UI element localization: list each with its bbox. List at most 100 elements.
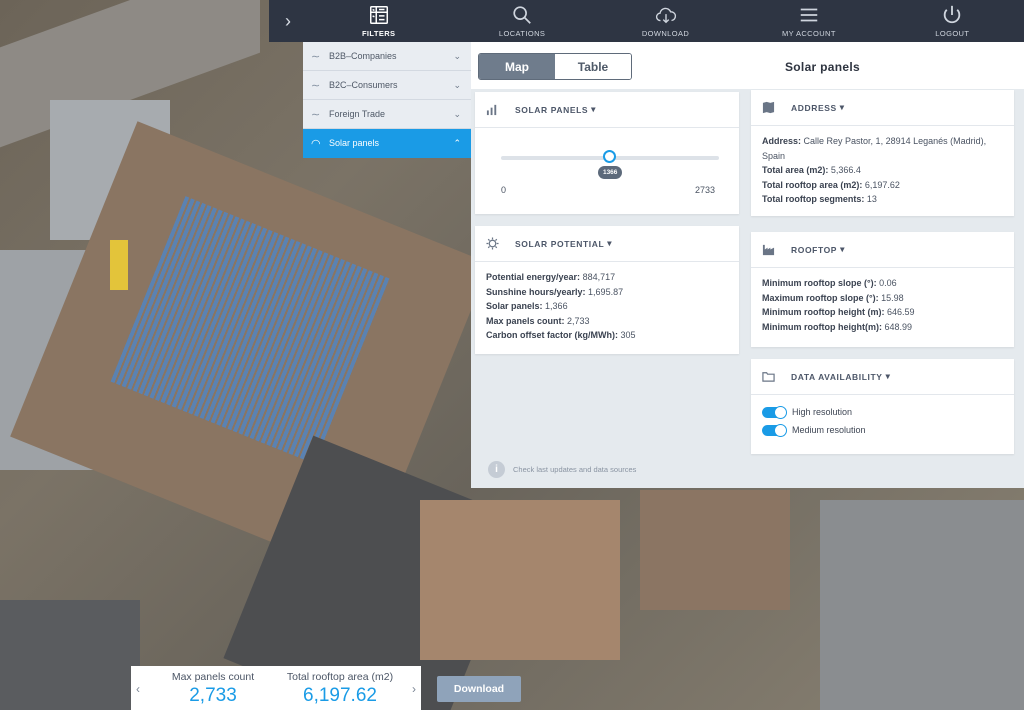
card-title[interactable]: ADDRESS bbox=[791, 103, 837, 113]
nav-label: DOWNLOAD bbox=[641, 29, 690, 38]
search-icon bbox=[513, 6, 531, 24]
view-toggle: Map Table bbox=[478, 53, 632, 80]
wave-icon: ∼ bbox=[311, 50, 321, 63]
sun-arc-icon: ◠ bbox=[311, 137, 321, 150]
filter-foreign-trade[interactable]: ∼ Foreign Trade ⌄ bbox=[303, 100, 471, 129]
nav-locations[interactable]: LOCATIONS bbox=[450, 0, 593, 42]
card-body: Minimum rooftop slope (°): 0.06 Maximum … bbox=[751, 268, 1014, 342]
caret-down-icon: ▾ bbox=[885, 371, 891, 381]
info-row: Minimum rooftop height(m): 648.99 bbox=[762, 321, 913, 332]
filter-solar-panels[interactable]: ◠ Solar panels ⌃ bbox=[303, 129, 471, 158]
menu-icon bbox=[800, 8, 818, 22]
map-building bbox=[640, 490, 790, 610]
info-row: Minimum rooftop slope (°): 0.06 bbox=[762, 278, 897, 288]
nav-label: LOGOUT bbox=[935, 29, 970, 38]
stat-max-panels: Max panels count 2,733 bbox=[171, 671, 255, 706]
info-row: Potential energy/year: 884,717 bbox=[486, 272, 616, 282]
map-road bbox=[0, 600, 140, 710]
medium-resolution-row: Medium resolution bbox=[762, 421, 1003, 439]
filter-b2c-consumers[interactable]: ∼ B2C–Consumers ⌄ bbox=[303, 71, 471, 100]
slider-min: 0 bbox=[501, 185, 507, 195]
info-row: Total rooftop segments: 13 bbox=[762, 194, 877, 205]
table-tab[interactable]: Table bbox=[555, 54, 631, 79]
address-card: ADDRESS ▾ Address: Calle Rey Pastor, 1, … bbox=[751, 90, 1014, 216]
info-row: Total rooftop area (m2): 6,197.62 bbox=[762, 179, 900, 190]
bar-chart-icon bbox=[486, 104, 497, 116]
folder-icon bbox=[762, 372, 775, 382]
filter-menu: ∼ B2B–Companies ⌄ ∼ B2C–Consumers ⌄ ∼ Foreign… bbox=[303, 42, 471, 158]
panel-title: Solar panels bbox=[785, 60, 860, 74]
nav-label: MY ACCOUNT bbox=[781, 29, 836, 38]
data-availability-card: DATA AVAILABILITY ▾ High resolution Medi… bbox=[751, 359, 1014, 454]
slider-value-bubble: 1366 bbox=[597, 166, 623, 179]
stat-rooftop-area: Total rooftop area (m2) 6,197.62 bbox=[286, 671, 394, 706]
slider-max: 2733 bbox=[694, 185, 715, 195]
info-row: Minimum rooftop height (m): 646.59 bbox=[762, 307, 915, 318]
factory-icon bbox=[762, 244, 775, 256]
caret-down-icon: ▾ bbox=[839, 102, 845, 112]
info-row: Address: Calle Rey Pastor, 1, 28914 Lega… bbox=[762, 136, 987, 161]
wave-icon: ∼ bbox=[311, 79, 321, 92]
chevron-down-icon: ⌄ bbox=[453, 79, 461, 90]
nav-label: LOCATIONS bbox=[498, 29, 546, 38]
wave-icon: ∼ bbox=[311, 108, 321, 121]
card-title[interactable]: SOLAR POTENTIAL bbox=[515, 239, 604, 249]
filters-icon bbox=[369, 6, 388, 24]
stats-carousel: ‹ Max panels count 2,733 Total rooftop a… bbox=[131, 666, 421, 710]
map-building bbox=[420, 500, 620, 660]
map-building bbox=[820, 500, 1024, 710]
previous-arrow-icon[interactable]: ‹ bbox=[136, 682, 140, 696]
card-header: SOLAR POTENTIAL ▾ bbox=[475, 226, 739, 262]
nav-logout[interactable]: LOGOUT bbox=[881, 0, 1024, 42]
nav-download[interactable]: DOWNLOAD bbox=[594, 0, 737, 42]
card-title[interactable]: SOLAR PANELS bbox=[515, 105, 588, 115]
card-body: Address: Calle Rey Pastor, 1, 28914 Lega… bbox=[751, 126, 1014, 215]
nav-my-account[interactable]: MY ACCOUNT bbox=[737, 0, 880, 42]
medium-resolution-toggle[interactable] bbox=[762, 423, 787, 437]
card-header: ROOFTOP ▾ bbox=[751, 232, 1014, 268]
card-header: ADDRESS ▾ bbox=[751, 90, 1014, 126]
next-arrow-icon[interactable]: › bbox=[412, 682, 416, 696]
info-row: Max panels count: 2,733 bbox=[486, 315, 590, 326]
collapse-chevron-icon[interactable]: › bbox=[269, 0, 307, 42]
solar-potential-card: SOLAR POTENTIAL ▾ Potential energy/year:… bbox=[475, 226, 739, 354]
info-row: Carbon offset factor (kg/MWh): 305 bbox=[486, 330, 636, 341]
slider-handle[interactable] bbox=[603, 150, 617, 163]
nav-label: FILTERS bbox=[361, 29, 396, 38]
card-title[interactable]: DATA AVAILABILITY bbox=[791, 372, 883, 382]
chevron-up-icon: ⌃ bbox=[453, 137, 461, 148]
card-body: Potential energy/year: 884,717 Sunshine … bbox=[475, 262, 739, 351]
map-book-icon bbox=[762, 101, 775, 114]
info-row: Maximum rooftop slope (°): 15.98 bbox=[762, 292, 904, 303]
nav-filters[interactable]: FILTERS bbox=[307, 0, 450, 42]
info-icon: i bbox=[488, 461, 505, 478]
power-icon bbox=[944, 5, 961, 24]
download-button[interactable]: Download bbox=[437, 676, 521, 702]
high-resolution-row: High resolution bbox=[762, 403, 1003, 421]
chevron-down-icon: ⌄ bbox=[453, 108, 461, 119]
info-row: Total area (m2): 5,366.4 bbox=[762, 165, 861, 176]
map-roof-yellow bbox=[110, 240, 128, 290]
cloud-download-icon bbox=[655, 7, 676, 24]
filter-b2b-companies[interactable]: ∼ B2B–Companies ⌄ bbox=[303, 42, 471, 71]
high-resolution-toggle[interactable] bbox=[762, 405, 787, 419]
sun-icon bbox=[486, 237, 499, 250]
card-header: SOLAR PANELS ▾ bbox=[475, 92, 739, 128]
card-header: DATA AVAILABILITY ▾ bbox=[751, 359, 1014, 395]
rooftop-card: ROOFTOP ▾ Minimum rooftop slope (°): 0.0… bbox=[751, 232, 1014, 347]
caret-down-icon: ▾ bbox=[591, 104, 597, 114]
caret-down-icon: ▾ bbox=[840, 244, 845, 254]
chevron-down-icon: ⌄ bbox=[453, 50, 461, 61]
data-sources-link[interactable]: i Check last updates and data sources bbox=[488, 461, 636, 478]
info-row: Solar panels: 1,366 bbox=[486, 301, 568, 312]
panels-slider[interactable]: 1366 0 2733 bbox=[475, 128, 739, 218]
card-body: High resolution Medium resolution bbox=[751, 395, 1014, 447]
map-tab[interactable]: Map bbox=[479, 54, 555, 79]
caret-down-icon: ▾ bbox=[607, 238, 613, 248]
panel-header: Map Table Solar panels bbox=[471, 42, 1024, 89]
card-title[interactable]: ROOFTOP bbox=[791, 245, 837, 255]
info-row: Sunshine hours/yearly: 1,695.87 bbox=[486, 286, 624, 297]
top-navigation: › FILTERS LOCATIONS DOWNLOAD MY ACCOUNT … bbox=[269, 0, 1024, 42]
solar-panel-view: Map Table Solar panels SOLAR PANELS ▾ 13… bbox=[471, 42, 1024, 488]
solar-panels-card: SOLAR PANELS ▾ 1366 0 2733 bbox=[475, 92, 739, 214]
